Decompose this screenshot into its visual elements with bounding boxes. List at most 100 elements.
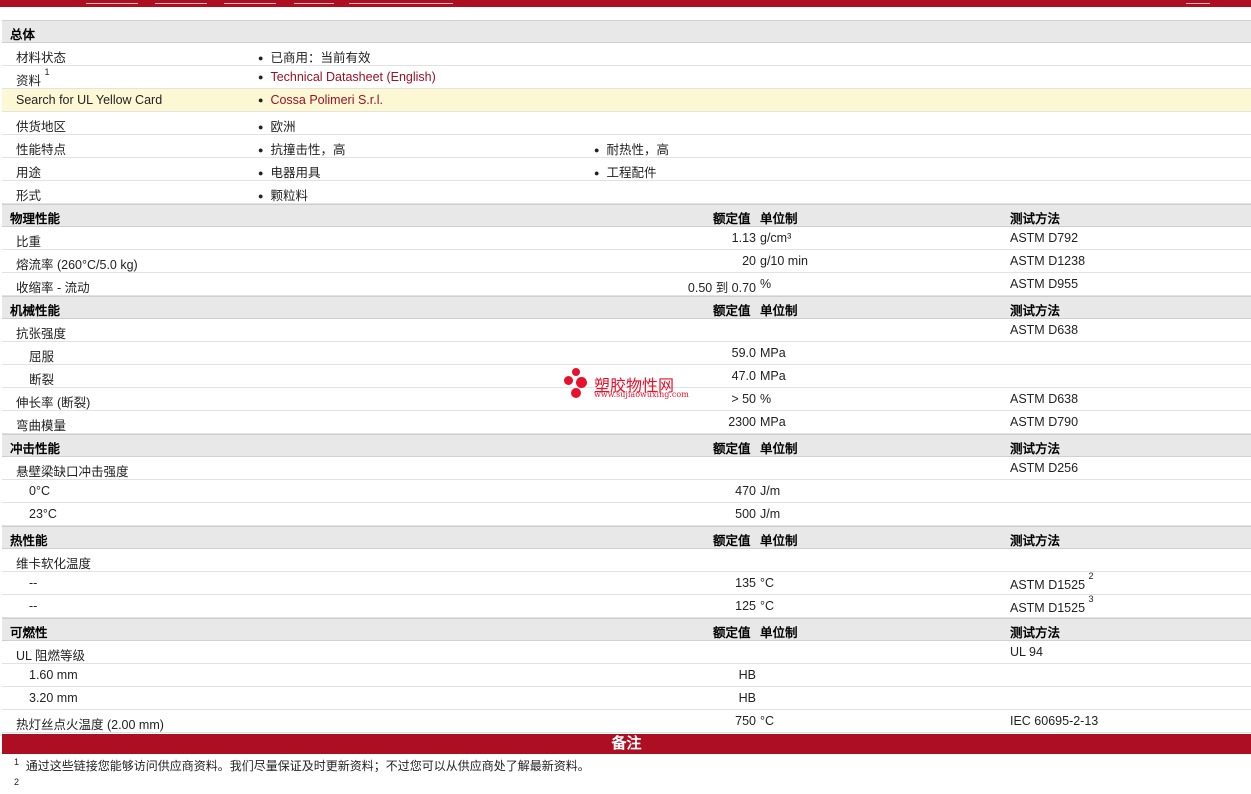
row-method: UL 94 xyxy=(1010,645,1043,659)
row-value: 2300 xyxy=(728,415,756,429)
section-title: 冲击性能 xyxy=(10,442,61,456)
row-label: 熔流率 (260°C/5.0 kg) xyxy=(16,258,138,272)
section-title: 可燃性 xyxy=(10,626,48,640)
row-label: 维卡软化温度 xyxy=(16,557,92,571)
header-method: 测试方法 xyxy=(1010,534,1061,548)
watermark-url: www.sujiaowuxing.com xyxy=(594,390,689,399)
row-value: 欧洲 xyxy=(258,116,295,135)
row-label: 23°C xyxy=(29,507,57,521)
row-label: -- xyxy=(29,599,38,613)
property-row: UL 阻燃等级 UL 94 xyxy=(2,641,1251,664)
top-nav-link[interactable] xyxy=(1186,0,1210,4)
section-thermal-header: 热性能 额定值 单位制 测试方法 xyxy=(2,526,1251,549)
row-label: 供货地区 xyxy=(16,120,67,134)
top-banner xyxy=(0,0,1251,7)
row-value-wrap: Cossa Polimeri S.r.l. xyxy=(258,93,383,107)
row-value-wrap: Technical Datasheet (English) xyxy=(258,70,435,84)
row-label: 断裂 xyxy=(29,373,55,387)
row-unit: MPa xyxy=(760,369,786,383)
row-value: 59.0 xyxy=(731,346,756,360)
header-value: 额定值 xyxy=(713,442,751,456)
section-flammability-header: 可燃性 额定值 单位制 测试方法 xyxy=(2,618,1251,641)
header-method: 测试方法 xyxy=(1010,626,1061,640)
row-method: ASTM D1238 xyxy=(1010,254,1086,268)
row-label: Search for UL Yellow Card xyxy=(16,93,163,107)
row-unit: g/cm³ xyxy=(760,231,792,245)
property-row: 1.60 mm HB xyxy=(2,664,1251,687)
note-text: 2 xyxy=(14,777,20,787)
section-mechanical-header: 机械性能 额定值 单位制 测试方法 xyxy=(2,296,1251,319)
row-method: ASTM D638 xyxy=(1010,392,1079,406)
row-value: 电器用具 xyxy=(258,162,320,181)
section-title: 机械性能 xyxy=(10,304,61,318)
row-label: 屈服 xyxy=(29,350,55,364)
row-method: ASTM D638 xyxy=(1010,323,1079,337)
property-row: 比重 1.13 g/cm³ ASTM D792 xyxy=(2,227,1251,250)
top-nav-link[interactable] xyxy=(294,0,334,4)
row-label: 材料状态 xyxy=(16,51,67,65)
property-row: 维卡软化温度 xyxy=(2,549,1251,572)
note-item: 2 xyxy=(2,774,1251,794)
header-value: 额定值 xyxy=(713,304,751,318)
row-unit: °C xyxy=(760,714,775,728)
row-value: 125 xyxy=(735,599,756,613)
row-label: 0°C xyxy=(29,484,50,498)
general-row: 形式 颗粒料 xyxy=(2,181,1251,204)
row-label: 收缩率 - 流动 xyxy=(16,281,90,295)
row-label: 热灯丝点火温度 (2.00 mm) xyxy=(16,718,164,732)
row-method: ASTM D790 xyxy=(1010,415,1079,429)
row-label: 形式 xyxy=(16,189,42,203)
header-unit: 单位制 xyxy=(760,442,798,456)
note-item: 1 通过这些链接您能够访问供应商资料。我们尽量保证及时更新资料；不过您可以从供应… xyxy=(2,754,1251,774)
row-unit: % xyxy=(760,277,772,291)
top-nav-link[interactable] xyxy=(155,0,207,4)
property-row: 23°C 500 J/m xyxy=(2,503,1251,526)
row-value: 抗撞击性，高 xyxy=(258,139,345,158)
header-value: 额定值 xyxy=(713,626,751,640)
row-label: 悬壁梁缺口冲击强度 xyxy=(16,465,129,479)
top-nav-link[interactable] xyxy=(86,0,138,4)
row-value: 470 xyxy=(735,484,756,498)
datasheet-table: 总体 材料状态 已商用：当前有效 资料 1 Technical Datashee… xyxy=(2,20,1251,794)
row-value: 750 xyxy=(735,714,756,728)
row-method: ASTM D955 xyxy=(1010,277,1079,291)
general-row: 材料状态 已商用：当前有效 xyxy=(2,43,1251,66)
row-value: 颗粒料 xyxy=(258,185,308,204)
row-value: 135 xyxy=(735,576,756,590)
top-nav-link[interactable] xyxy=(224,0,276,4)
section-general-header: 总体 xyxy=(2,20,1251,43)
header-unit: 单位制 xyxy=(760,212,798,226)
section-title: 物理性能 xyxy=(10,212,61,226)
property-row: 屈服 59.0 MPa xyxy=(2,342,1251,365)
row-value: HB xyxy=(738,668,756,682)
row-method: ASTM D1525 2 xyxy=(1010,571,1094,593)
property-row: 3.20 mm HB xyxy=(2,687,1251,710)
row-method: ASTM D1525 3 xyxy=(1010,594,1094,616)
note-text: 1 通过这些链接您能够访问供应商资料。我们尽量保证及时更新资料；不过您可以从供应… xyxy=(14,757,590,773)
row-unit: °C xyxy=(760,599,775,613)
section-title: 热性能 xyxy=(10,534,48,548)
technical-datasheet-link[interactable]: Technical Datasheet (English) xyxy=(270,70,435,84)
row-method: IEC 60695-2-13 xyxy=(1010,714,1099,728)
supplier-link[interactable]: Cossa Polimeri S.r.l. xyxy=(270,93,383,107)
general-row: 资料 1 Technical Datasheet (English) xyxy=(2,66,1251,89)
row-unit: J/m xyxy=(760,507,781,521)
row-value: 47.0 xyxy=(731,369,756,383)
header-method: 测试方法 xyxy=(1010,442,1061,456)
row-value: 500 xyxy=(735,507,756,521)
top-nav-link[interactable] xyxy=(349,0,453,4)
general-row: 供货地区 欧洲 xyxy=(2,112,1251,135)
property-row: 抗张强度 ASTM D638 xyxy=(2,319,1251,342)
row-label: -- xyxy=(29,576,38,590)
section-title: 总体 xyxy=(10,28,36,42)
property-row: 熔流率 (260°C/5.0 kg) 20 g/10 min ASTM D123… xyxy=(2,250,1251,273)
row-unit: J/m xyxy=(760,484,781,498)
row-method: ASTM D792 xyxy=(1010,231,1079,245)
header-method: 测试方法 xyxy=(1010,212,1061,226)
row-value: HB xyxy=(738,691,756,705)
property-row: -- 135 °C ASTM D1525 2 xyxy=(2,571,1251,595)
row-value: 已商用：当前有效 xyxy=(258,47,370,66)
section-impact-header: 冲击性能 额定值 单位制 测试方法 xyxy=(2,434,1251,457)
row-label: UL 阻燃等级 xyxy=(16,649,85,663)
row-label: 伸长率 (断裂) xyxy=(16,396,91,410)
